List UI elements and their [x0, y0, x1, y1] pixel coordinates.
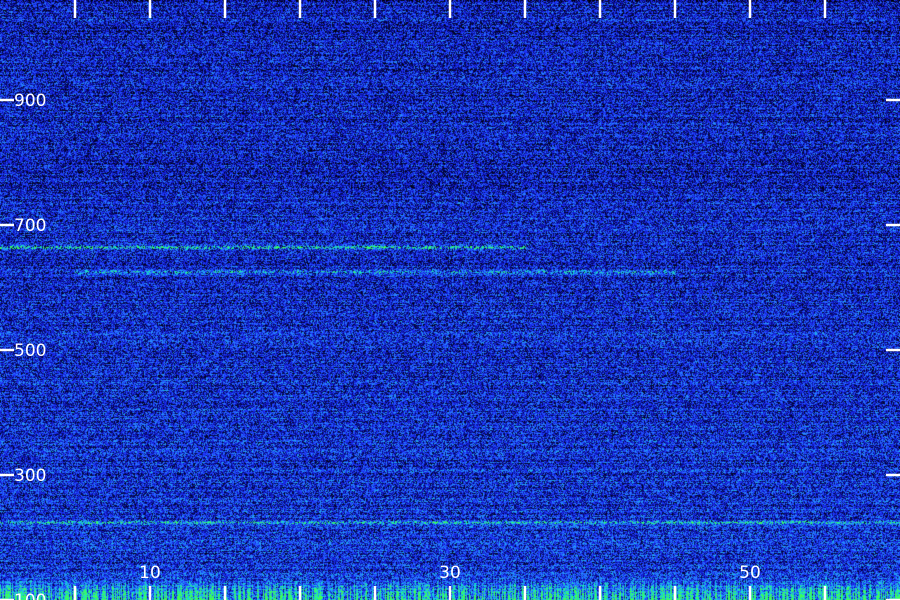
- y-tick-labels: 900 700 500 300 100: [14, 91, 46, 600]
- y-tick-label: 100: [14, 591, 46, 600]
- y-tick-label: 900: [14, 91, 46, 111]
- y-ticks-right: [886, 98, 900, 600]
- x-tick-label: 30: [439, 563, 461, 583]
- x-tick-label: 10: [139, 563, 161, 583]
- x-tick-labels: 10 30 50: [139, 563, 761, 583]
- x-ticks-top: [73, 0, 827, 18]
- x-ticks-bottom: [73, 586, 827, 600]
- y-tick-label: 500: [14, 341, 46, 361]
- axes-overlay: 10 30 50 900 700 500 300 100: [0, 0, 900, 600]
- y-tick-label: 700: [14, 216, 46, 236]
- x-tick-label: 50: [739, 563, 761, 583]
- y-tick-label: 300: [14, 466, 46, 486]
- y-ticks-left: [0, 98, 14, 600]
